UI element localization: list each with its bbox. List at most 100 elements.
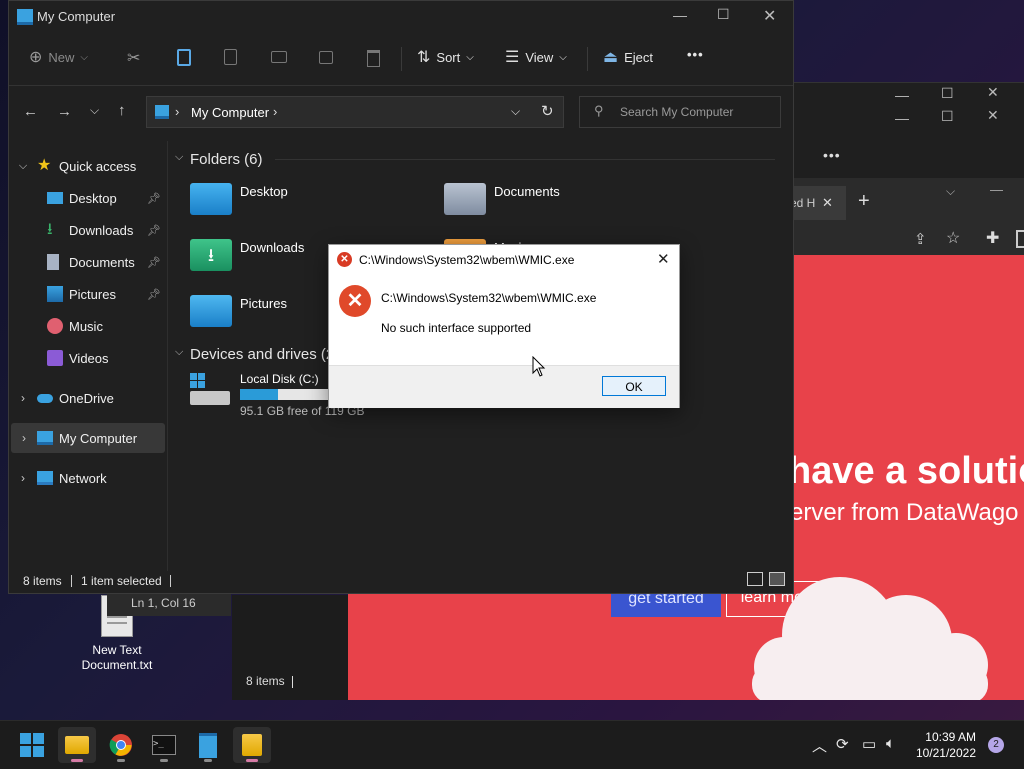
- chevron-down-icon[interactable]: ⌵: [175, 346, 183, 359]
- pin-icon[interactable]: 📌︎: [147, 256, 161, 269]
- taskbar: >_ ︿ ⟳ ▭ 🔈︎ 10:39 AM 10/21/2022 2: [0, 720, 1024, 769]
- sidebar-item-music[interactable]: Music: [9, 311, 167, 341]
- close-tab-icon[interactable]: ✕: [822, 195, 833, 211]
- start-button[interactable]: [13, 727, 51, 763]
- breadcrumb[interactable]: My Computer: [191, 105, 269, 120]
- computer-icon: [155, 105, 169, 119]
- extensions-icon[interactable]: ✚: [986, 228, 999, 248]
- title-bar[interactable]: My Computer — ☐ ✕: [9, 1, 793, 33]
- minimize-icon[interactable]: —: [895, 110, 909, 126]
- star-icon[interactable]: ☆: [946, 228, 960, 248]
- item-count: 8 items: [246, 674, 285, 688]
- close-icon[interactable]: ✕: [987, 107, 999, 124]
- dialog-title: C:\Windows\System32\wbem\WMIC.exe: [359, 253, 575, 267]
- divider: [587, 47, 588, 71]
- chevron-down-icon[interactable]: ⌵: [946, 184, 955, 199]
- sidebar-item-videos[interactable]: Videos: [9, 343, 167, 373]
- chevron-right-icon: ›: [175, 104, 180, 119]
- devices-section-header[interactable]: Devices and drives (2: [190, 346, 334, 363]
- notepad-icon: [199, 732, 217, 758]
- volume-icon[interactable]: 🔈︎: [886, 735, 895, 752]
- forward-arrow-icon[interactable]: →: [57, 103, 72, 120]
- maximize-icon[interactable]: ☐: [941, 108, 954, 125]
- back-arrow-icon[interactable]: ←: [23, 103, 38, 120]
- sidebar-item-documents[interactable]: Documents 📌︎: [9, 247, 167, 277]
- rename-icon[interactable]: [271, 51, 287, 63]
- minimize-icon[interactable]: —: [895, 87, 909, 103]
- sync-icon[interactable]: ⟳: [836, 735, 849, 753]
- close-icon[interactable]: ✕: [763, 6, 776, 26]
- chevron-right-icon[interactable]: ›: [11, 431, 37, 445]
- notification-badge[interactable]: 2: [988, 737, 1004, 753]
- chevron-up-icon[interactable]: ︿: [812, 735, 827, 756]
- sidebar-item-my-computer[interactable]: › My Computer: [11, 423, 165, 453]
- paste-icon[interactable]: [224, 49, 237, 65]
- sidebar-item-onedrive[interactable]: › OneDrive: [9, 383, 167, 413]
- taskbar-notepad[interactable]: [189, 727, 227, 763]
- minimize-icon[interactable]: —: [673, 7, 687, 23]
- browser-window-chrome: ed H ✕ + ⌵ — ⇪ ☆ ✚: [790, 178, 1024, 256]
- cut-icon[interactable]: ✂: [127, 48, 140, 68]
- tiles-view-icon[interactable]: [769, 572, 785, 586]
- chevron-down-icon[interactable]: ⌵: [9, 160, 37, 173]
- address-bar[interactable]: › My Computer › ⌵ ↻: [146, 96, 564, 128]
- sidebar-icon[interactable]: [1016, 230, 1024, 248]
- pin-icon[interactable]: 📌︎: [147, 224, 161, 237]
- up-arrow-icon[interactable]: ↑: [118, 102, 126, 119]
- search-input[interactable]: ⚲ Search My Computer: [579, 96, 781, 128]
- new-tab-icon[interactable]: +: [858, 190, 870, 213]
- taskbar-file-explorer[interactable]: [58, 727, 96, 763]
- taskbar-chrome[interactable]: [102, 727, 140, 763]
- folder-icon: [65, 736, 89, 754]
- share-icon[interactable]: [319, 51, 333, 64]
- view-icon: ☰: [505, 49, 520, 66]
- sidebar-item-quick-access[interactable]: ⌵ ★ Quick access: [9, 151, 167, 181]
- dialog-heading: C:\Windows\System32\wbem\WMIC.exe: [381, 291, 597, 305]
- pin-icon[interactable]: 📌︎: [147, 288, 161, 301]
- sort-button[interactable]: ⇅ Sort ⌵: [417, 47, 474, 67]
- pin-icon[interactable]: 📌︎: [147, 192, 161, 205]
- sidebar-item-pictures[interactable]: Pictures 📌︎: [9, 279, 167, 309]
- view-button[interactable]: ☰ View ⌵: [505, 47, 567, 67]
- delete-icon[interactable]: [367, 50, 380, 67]
- music-icon: [47, 318, 63, 334]
- refresh-icon[interactable]: ↻: [541, 102, 554, 120]
- eject-icon: ⏏: [603, 49, 619, 66]
- error-small-icon: ✕: [337, 252, 352, 267]
- desktop-icon-label: New Text Document.txt: [81, 643, 153, 672]
- display-icon[interactable]: ▭: [862, 735, 876, 753]
- taskbar-terminal[interactable]: >_: [145, 727, 183, 763]
- close-icon[interactable]: ✕: [657, 250, 670, 268]
- chevron-down-icon[interactable]: ⌵: [511, 104, 520, 119]
- more-options-icon[interactable]: •••: [823, 147, 841, 163]
- eject-button[interactable]: ⏏ Eject: [603, 47, 653, 67]
- taskbar-file-explorer-2[interactable]: [233, 727, 271, 763]
- taskbar-clock[interactable]: 10:39 AM 10/21/2022: [902, 729, 976, 761]
- chevron-right-icon[interactable]: ›: [9, 471, 37, 485]
- chevron-down-icon[interactable]: ⌵: [175, 151, 183, 164]
- desktop-folder-icon: [47, 192, 63, 204]
- chevron-right-icon[interactable]: ›: [273, 104, 277, 119]
- folders-section-header[interactable]: Folders (6): [190, 151, 263, 168]
- sidebar-item-network[interactable]: › Network: [9, 463, 167, 493]
- share-icon[interactable]: ⇪: [914, 230, 927, 248]
- maximize-icon[interactable]: ☐: [941, 85, 954, 102]
- minimize-icon[interactable]: —: [990, 182, 1003, 197]
- clock-date: 10/21/2022: [915, 746, 976, 760]
- star-icon: ★: [37, 157, 52, 174]
- more-options-button[interactable]: •••: [687, 47, 704, 62]
- details-view-icon[interactable]: [747, 572, 763, 586]
- cursor-position: Ln 1, Col 16: [131, 596, 196, 610]
- maximize-icon[interactable]: ☐: [717, 6, 730, 23]
- close-icon[interactable]: ✕: [987, 84, 999, 101]
- chevron-right-icon[interactable]: ›: [9, 391, 37, 405]
- drive-usage-fill: [240, 389, 278, 400]
- new-button[interactable]: ⊕ New ⌵: [29, 47, 88, 67]
- ok-button[interactable]: OK: [602, 376, 666, 396]
- browser-tab[interactable]: ed H ✕: [790, 186, 846, 220]
- recent-locations-icon[interactable]: ⌵: [90, 103, 99, 118]
- sidebar-item-desktop[interactable]: Desktop 📌︎: [9, 183, 167, 213]
- search-placeholder: Search My Computer: [620, 105, 734, 119]
- sidebar-item-downloads[interactable]: ⭳ Downloads 📌︎: [9, 215, 167, 245]
- copy-icon[interactable]: [177, 49, 191, 66]
